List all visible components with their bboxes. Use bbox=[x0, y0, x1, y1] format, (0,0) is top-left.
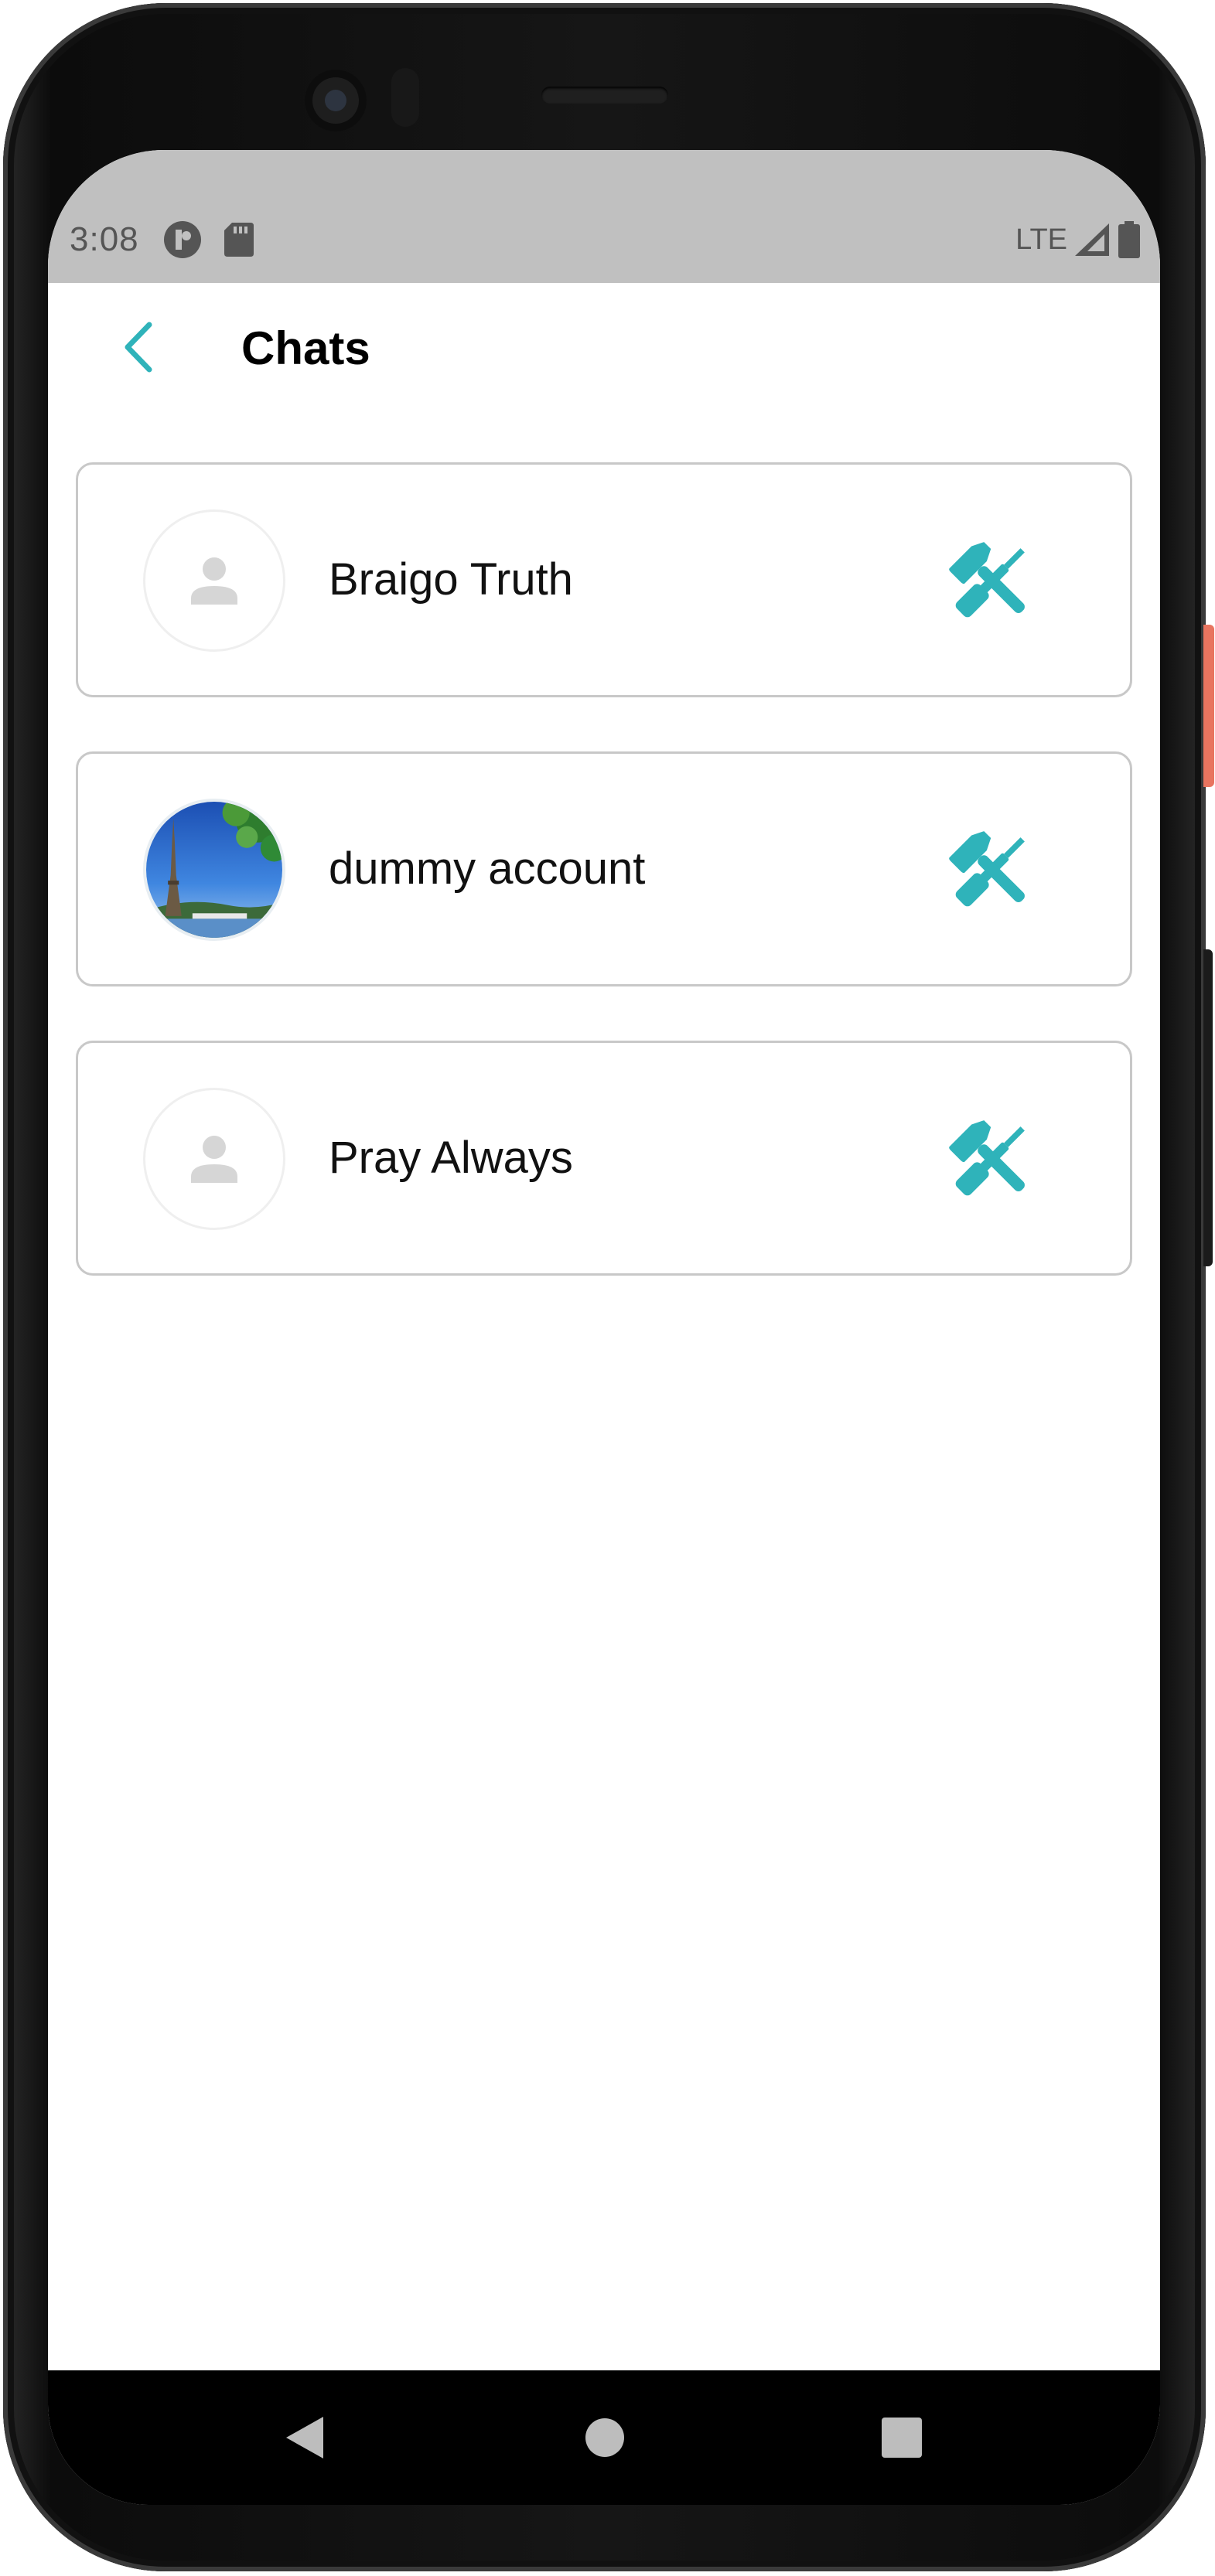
hammer-screwdriver-icon bbox=[949, 1120, 1025, 1196]
chat-item[interactable]: Braigo Truth bbox=[76, 462, 1132, 697]
chat-item[interactable]: Pray Always bbox=[76, 1041, 1132, 1276]
recents-square-icon bbox=[882, 2418, 922, 2458]
chat-name: Braigo Truth bbox=[329, 554, 573, 605]
eiffel-tower-photo bbox=[146, 802, 282, 938]
network-type: LTE bbox=[1015, 223, 1067, 256]
status-right-icons: LTE bbox=[1015, 221, 1140, 258]
status-time: 3:08 bbox=[70, 220, 139, 258]
default-person-icon bbox=[191, 1136, 237, 1183]
sd-card-icon bbox=[224, 223, 254, 257]
app-bar: Chats bbox=[48, 283, 1160, 411]
page-title: Chats bbox=[241, 322, 370, 374]
chat-name: dummy account bbox=[329, 843, 646, 894]
update-notification-icon bbox=[163, 221, 201, 258]
nav-back-button[interactable] bbox=[251, 2370, 359, 2505]
status-bar: 3:08 LTE bbox=[48, 150, 1160, 283]
nav-home-button[interactable] bbox=[551, 2370, 659, 2505]
battery-icon bbox=[1118, 221, 1140, 258]
chat-list: Braigo Truth dummy account Pray Always bbox=[76, 462, 1132, 1330]
chat-tools-button[interactable] bbox=[938, 1105, 1046, 1213]
status-left-icons bbox=[162, 220, 254, 260]
volume-button bbox=[1203, 949, 1213, 1266]
proximity-sensor bbox=[391, 68, 419, 127]
signal-icon bbox=[1075, 223, 1109, 256]
screen: 3:08 LTE Chats Braigo Truth dummy accoun… bbox=[48, 150, 1160, 2505]
back-button[interactable] bbox=[111, 319, 166, 376]
front-camera bbox=[305, 70, 367, 131]
avatar bbox=[143, 1088, 285, 1230]
power-button bbox=[1203, 625, 1214, 787]
avatar bbox=[143, 799, 285, 941]
home-circle-icon bbox=[585, 2418, 624, 2457]
hammer-screwdriver-icon bbox=[949, 831, 1025, 907]
chat-tools-button[interactable] bbox=[938, 816, 1046, 924]
chat-item[interactable]: dummy account bbox=[76, 751, 1132, 986]
default-person-icon bbox=[191, 557, 237, 605]
chat-name: Pray Always bbox=[329, 1133, 573, 1183]
back-triangle-icon bbox=[286, 2417, 323, 2458]
nav-recents-button[interactable] bbox=[848, 2370, 956, 2505]
avatar bbox=[143, 509, 285, 652]
chat-tools-button[interactable] bbox=[938, 526, 1046, 635]
chevron-left-icon bbox=[125, 322, 152, 373]
hammer-screwdriver-icon bbox=[949, 542, 1025, 618]
navigation-bar bbox=[48, 2370, 1160, 2505]
earpiece-speaker bbox=[541, 87, 668, 104]
